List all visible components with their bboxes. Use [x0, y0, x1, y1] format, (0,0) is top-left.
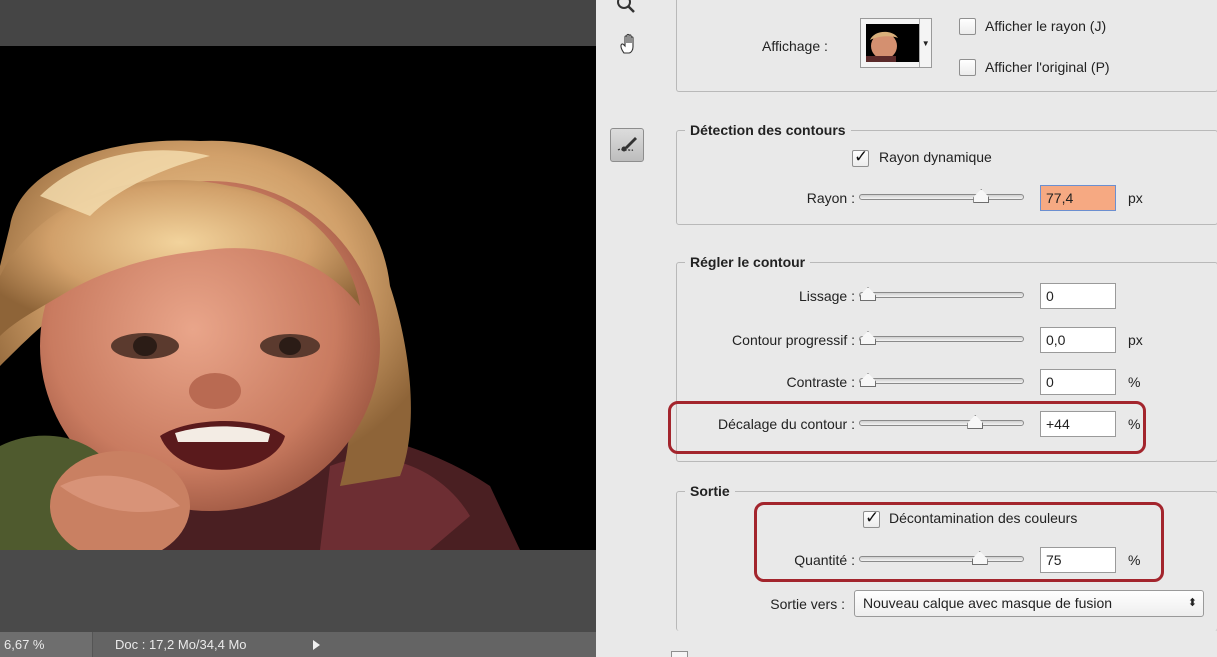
- smart-radius-checkbox[interactable]: [852, 147, 869, 167]
- output-to-select[interactable]: Nouveau calque avec masque de fusion ⬍: [854, 590, 1204, 617]
- shift-edge-unit: %: [1128, 416, 1141, 432]
- radius-slider-track: [859, 194, 1024, 200]
- chevron-down-icon: ▼: [919, 19, 931, 67]
- zoom-icon[interactable]: [612, 0, 640, 18]
- adjust-edge-group: Régler le contour Lissage : 0 Contour pr…: [676, 254, 1217, 462]
- refine-edge-dialog: Affichage : ▼ Afficher le rayon (J) Affi…: [596, 0, 1217, 657]
- document-canvas: 6,67 % Doc : 17,2 Mo/34,4 Mo: [0, 0, 596, 657]
- amount-slider[interactable]: [859, 551, 1024, 567]
- view-mode-dropdown[interactable]: ▼: [860, 18, 932, 68]
- view-preview-thumbnail: [866, 24, 920, 62]
- contrast-input[interactable]: 0: [1040, 369, 1116, 395]
- output-to-label: Sortie vers :: [770, 596, 845, 612]
- zoom-level[interactable]: 6,67 %: [0, 632, 93, 657]
- view-mode-group: Affichage : ▼ Afficher le rayon (J) Affi…: [676, 0, 1217, 92]
- canvas-photo[interactable]: [0, 46, 596, 550]
- radius-slider[interactable]: [859, 189, 1024, 205]
- view-label: Affichage :: [762, 38, 828, 54]
- select-updown-icon: ⬍: [1187, 597, 1197, 609]
- shift-edge-slider-track: [859, 420, 1024, 426]
- canvas-pasteboard: [0, 550, 596, 632]
- document-size: Doc : 17,2 Mo/34,4 Mo: [115, 637, 247, 652]
- refine-radius-brush-icon[interactable]: [610, 128, 644, 162]
- child-photo-illustration: [0, 140, 520, 550]
- status-menu-arrow-icon[interactable]: [313, 639, 320, 650]
- shift-edge-label: Décalage du contour :: [718, 416, 855, 432]
- feather-label: Contour progressif :: [732, 332, 855, 348]
- show-original-checkbox[interactable]: [959, 59, 976, 76]
- show-radius-label: Afficher le rayon (J): [985, 18, 1107, 34]
- radius-unit: px: [1128, 190, 1143, 206]
- amount-label: Quantité :: [794, 552, 855, 568]
- feather-slider[interactable]: [859, 331, 1024, 347]
- edge-detection-title: Détection des contours: [685, 122, 851, 138]
- feather-unit: px: [1128, 332, 1143, 348]
- canvas-top-bar: [0, 0, 596, 46]
- adjust-edge-title: Régler le contour: [685, 254, 811, 270]
- amount-unit: %: [1128, 552, 1141, 568]
- show-radius-checkbox[interactable]: [959, 18, 976, 35]
- feather-slider-track: [859, 336, 1024, 342]
- smooth-label: Lissage :: [798, 288, 855, 304]
- hand-icon[interactable]: [615, 30, 643, 58]
- status-bar: 6,67 % Doc : 17,2 Mo/34,4 Mo: [0, 632, 596, 657]
- feather-input[interactable]: 0,0: [1040, 327, 1116, 353]
- amount-slider-track: [859, 556, 1024, 562]
- smooth-slider[interactable]: [859, 287, 1024, 303]
- show-original-label: Afficher l'original (P): [985, 59, 1110, 75]
- contrast-unit: %: [1128, 374, 1141, 390]
- next-checkbox-edge: [671, 651, 688, 657]
- refine-edge-screen: 6,67 % Doc : 17,2 Mo/34,4 Mo Affichage :…: [0, 0, 1217, 657]
- output-title: Sortie: [685, 483, 735, 499]
- decontaminate-label: Décontamination des couleurs: [889, 510, 1078, 526]
- edge-detection-group: Détection des contours Rayon dynamique R…: [676, 122, 1217, 225]
- decontaminate-checkbox[interactable]: [863, 508, 880, 528]
- radius-label: Rayon :: [806, 190, 855, 206]
- output-to-value: Nouveau calque avec masque de fusion: [863, 595, 1113, 611]
- contrast-slider-track: [859, 378, 1024, 384]
- radius-input[interactable]: 77,4: [1040, 185, 1116, 211]
- contrast-slider[interactable]: [859, 373, 1024, 389]
- smart-radius-label: Rayon dynamique: [879, 149, 992, 165]
- contrast-label: Contraste :: [786, 374, 855, 390]
- shift-edge-slider[interactable]: [859, 415, 1024, 431]
- smooth-slider-track: [859, 292, 1024, 298]
- shift-edge-input[interactable]: +44: [1040, 411, 1116, 437]
- smooth-input[interactable]: 0: [1040, 283, 1116, 309]
- amount-input[interactable]: 75: [1040, 547, 1116, 573]
